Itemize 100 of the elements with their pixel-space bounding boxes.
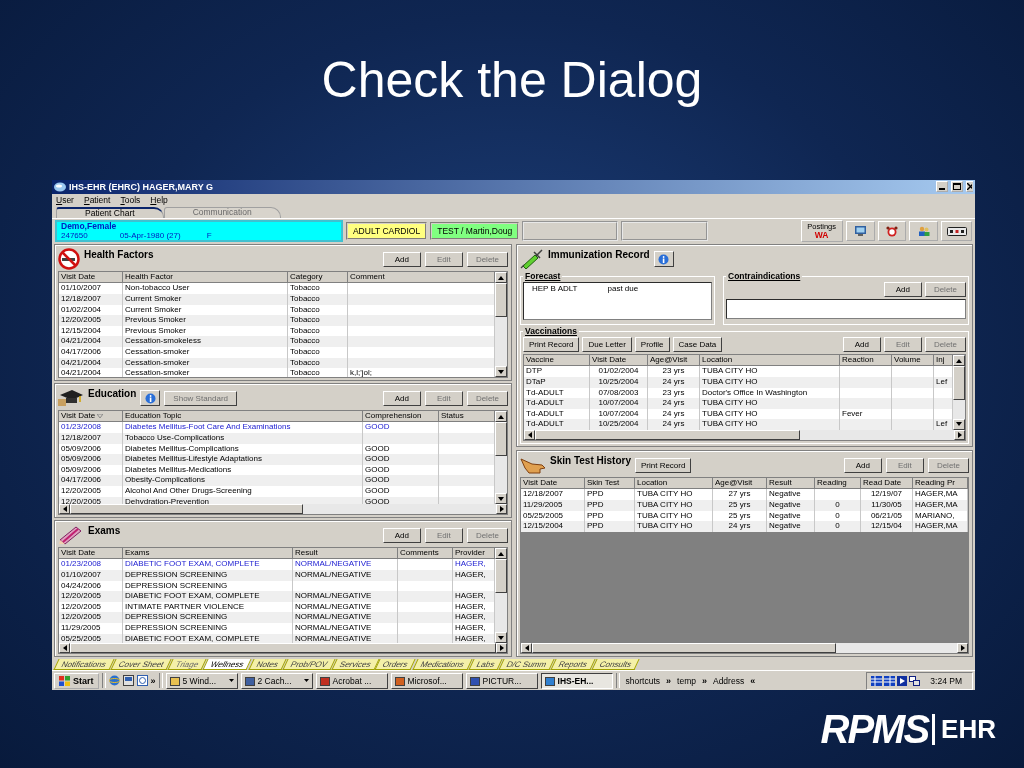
horizontal-scrollbar[interactable]	[521, 643, 968, 654]
up-arrow-icon[interactable]	[498, 551, 504, 556]
print-record-button[interactable]: Print Record	[634, 457, 692, 473]
panel-title: Education	[88, 388, 137, 400]
table-row[interactable]: Td-ADULT 10/25/2004 24 yrs TUBA CITY HO Lef	[524, 419, 953, 430]
menu-item[interactable]: Help	[150, 194, 168, 205]
menu-item[interactable]: Tools	[120, 194, 141, 205]
vertical-scrollbar[interactable]	[953, 355, 965, 430]
table-row[interactable]: 12/18/2007 Tobacco Use-Complications	[59, 432, 495, 444]
toolbar-button[interactable]: Print Record	[523, 337, 580, 353]
up-arrow-icon[interactable]	[498, 275, 504, 280]
right-arrow-icon[interactable]	[499, 506, 504, 513]
table-row[interactable]: 04/21/2004 Cessation-smokeless Tobacco	[59, 336, 495, 347]
table-row[interactable]: 04/24/2006 DEPRESSION SCREENING	[59, 580, 495, 592]
more-button[interactable]: «	[750, 675, 756, 686]
table-row[interactable]: 04/21/2004 Cessation-smoker Tobacco	[59, 357, 495, 369]
left-arrow-icon[interactable]	[524, 645, 529, 652]
table-row[interactable]: DTP 01/02/2004 23 yrs TUBA CITY HO	[524, 366, 953, 377]
taskbar-button[interactable]: Microsof...	[390, 672, 463, 689]
toolbar-label[interactable]: Address	[709, 675, 748, 686]
play-icon[interactable]	[897, 675, 908, 686]
maximize-button[interactable]	[951, 181, 963, 193]
toolbar-button[interactable]	[845, 221, 875, 242]
table-row[interactable]: 05/09/2006 Diabetes Mellitus-Lifestyle Adaptations GOOD	[59, 454, 495, 465]
toolbar-button[interactable]: Due Letter	[582, 337, 632, 353]
right-arrow-icon[interactable]	[957, 431, 962, 438]
table-row[interactable]: 12/15/2004 PPD TUBA CITY HO 24 yrs Negative 0 12/15/04 HAGER,MA	[521, 521, 968, 532]
globe-icon[interactable]	[136, 675, 148, 687]
close-button[interactable]	[966, 181, 973, 193]
chart-tab[interactable]: Patient Chart	[56, 206, 164, 218]
toolbar-button[interactable]: Profile	[634, 337, 670, 353]
up-arrow-icon[interactable]	[956, 358, 962, 363]
action-button[interactable]: Add	[382, 527, 421, 543]
down-arrow-icon[interactable]	[956, 422, 962, 427]
taskbar-button[interactable]: IHS-EH...	[540, 672, 613, 689]
menu-item[interactable]: User	[56, 194, 74, 205]
vertical-scrollbar[interactable]	[495, 548, 507, 644]
table-row[interactable]: 12/18/2007 PPD TUBA CITY HO 27 yrs Negative 12/19/07 HAGER,MA	[521, 489, 968, 500]
table-row[interactable]: 12/18/2007 Current Smoker Tobacco	[59, 293, 495, 305]
left-arrow-icon[interactable]	[62, 506, 67, 513]
start-button[interactable]: Start	[54, 672, 99, 689]
toolbar-label[interactable]: shortcuts	[622, 675, 664, 686]
more-button[interactable]: »	[150, 675, 156, 686]
vertical-scrollbar[interactable]	[495, 411, 507, 505]
toolbar-label[interactable]: temp	[674, 675, 699, 686]
table-row[interactable]: 04/17/2006 Obesity-Complications GOOD	[59, 475, 495, 486]
toolbar-button[interactable]	[909, 221, 939, 242]
horizontal-scrollbar[interactable]	[524, 429, 965, 440]
down-arrow-icon[interactable]	[498, 369, 504, 374]
more-button[interactable]: »	[701, 675, 707, 686]
minimize-button[interactable]	[936, 181, 948, 193]
desktop-icon[interactable]	[122, 675, 134, 687]
table-row[interactable]: 11/29/2005 PPD TUBA CITY HO 25 yrs Negative 0 11/30/05 HAGER,MA	[521, 499, 968, 511]
action-button[interactable]: Add	[843, 457, 882, 473]
table-row[interactable]: 11/29/2005 DEPRESSION SCREENING NORMAL/NEGATIVE HAGER,	[59, 622, 495, 634]
action-button[interactable]: Add	[382, 390, 421, 406]
table-row[interactable]: 12/15/2004 Previous Smoker Tobacco	[59, 325, 495, 337]
table-row[interactable]: 12/20/2005 DIABETIC FOOT EXAM, COMPLETE NORMAL/NEGATIVE HAGER,	[59, 591, 495, 602]
network-icon[interactable]	[909, 675, 921, 686]
table-row[interactable]: 12/20/2005 Previous Smoker Tobacco	[59, 315, 495, 326]
horizontal-scrollbar[interactable]	[59, 504, 507, 515]
banner-box[interactable]: ADULT CARDIOL	[345, 222, 428, 241]
taskbar-button[interactable]: 2 Cach...	[240, 672, 313, 689]
right-arrow-icon[interactable]	[499, 645, 504, 652]
table-row[interactable]: 01/23/2008 DIABETIC FOOT EXAM, COMPLETE NORMAL/NEGATIVE HAGER,	[59, 559, 495, 570]
vertical-scrollbar[interactable]	[495, 272, 507, 378]
table-row[interactable]: 04/21/2004 Cessation-smoker Tobacco k,l;'jol;	[59, 368, 495, 378]
down-arrow-icon[interactable]	[498, 496, 504, 501]
action-button[interactable]: Add	[883, 282, 922, 298]
toolbar-button[interactable]	[941, 221, 972, 242]
taskbar-button[interactable]: Acrobat ...	[315, 672, 388, 689]
right-arrow-icon[interactable]	[960, 645, 965, 652]
left-arrow-icon[interactable]	[62, 645, 67, 652]
info-button[interactable]	[653, 251, 674, 268]
taskbar-button[interactable]: 5 Wind...	[165, 672, 238, 689]
table-row[interactable]: 04/17/2006 Cessation-smoker Tobacco	[59, 346, 495, 358]
info-button[interactable]	[140, 390, 161, 407]
menu-item[interactable]: Patient	[83, 194, 111, 205]
table-row[interactable]: 12/20/2005 Alcohol And Other Drugs-Screening GOOD	[59, 485, 495, 497]
tray-icon[interactable]	[884, 675, 896, 686]
taskbar-button[interactable]: PICTUR...	[465, 672, 538, 689]
table-row[interactable]: 01/10/2007 DEPRESSION SCREENING NORMAL/NEGATIVE HAGER,	[59, 569, 495, 581]
toolbar-button[interactable]: Case Data	[672, 337, 723, 353]
table-row[interactable]: 01/23/2008 Diabetes Mellitus-Foot Care And Examinations GOOD	[59, 422, 495, 433]
table-row[interactable]: 01/10/2007 Non-tobacco User Tobacco	[59, 283, 495, 294]
horizontal-scrollbar[interactable]	[59, 643, 507, 654]
up-arrow-icon[interactable]	[498, 414, 504, 419]
table-row[interactable]: DTaP 10/25/2004 24 yrs TUBA CITY HO Lef	[524, 376, 953, 388]
down-arrow-icon[interactable]	[498, 635, 504, 640]
patient-box[interactable]: Demo,Female 247650 05-Apr-1980 (27) F	[55, 220, 343, 243]
more-button[interactable]: »	[666, 675, 672, 686]
table-cell: 10/07/2004	[590, 398, 648, 409]
left-arrow-icon[interactable]	[527, 431, 532, 438]
table-row[interactable]: 12/20/2005 DEPRESSION SCREENING NORMAL/NEGATIVE HAGER,	[59, 612, 495, 623]
table-row[interactable]: Td-ADULT 10/07/2004 24 yrs TUBA CITY HO	[524, 398, 953, 409]
tray-icon[interactable]	[871, 675, 883, 686]
action-button[interactable]: Add	[842, 337, 881, 353]
banner-box[interactable]: TEST / Martin,Doug	[430, 222, 520, 241]
table-row[interactable]: 01/02/2004 Current Smoker Tobacco	[59, 304, 495, 316]
action-button[interactable]: Add	[382, 251, 421, 267]
